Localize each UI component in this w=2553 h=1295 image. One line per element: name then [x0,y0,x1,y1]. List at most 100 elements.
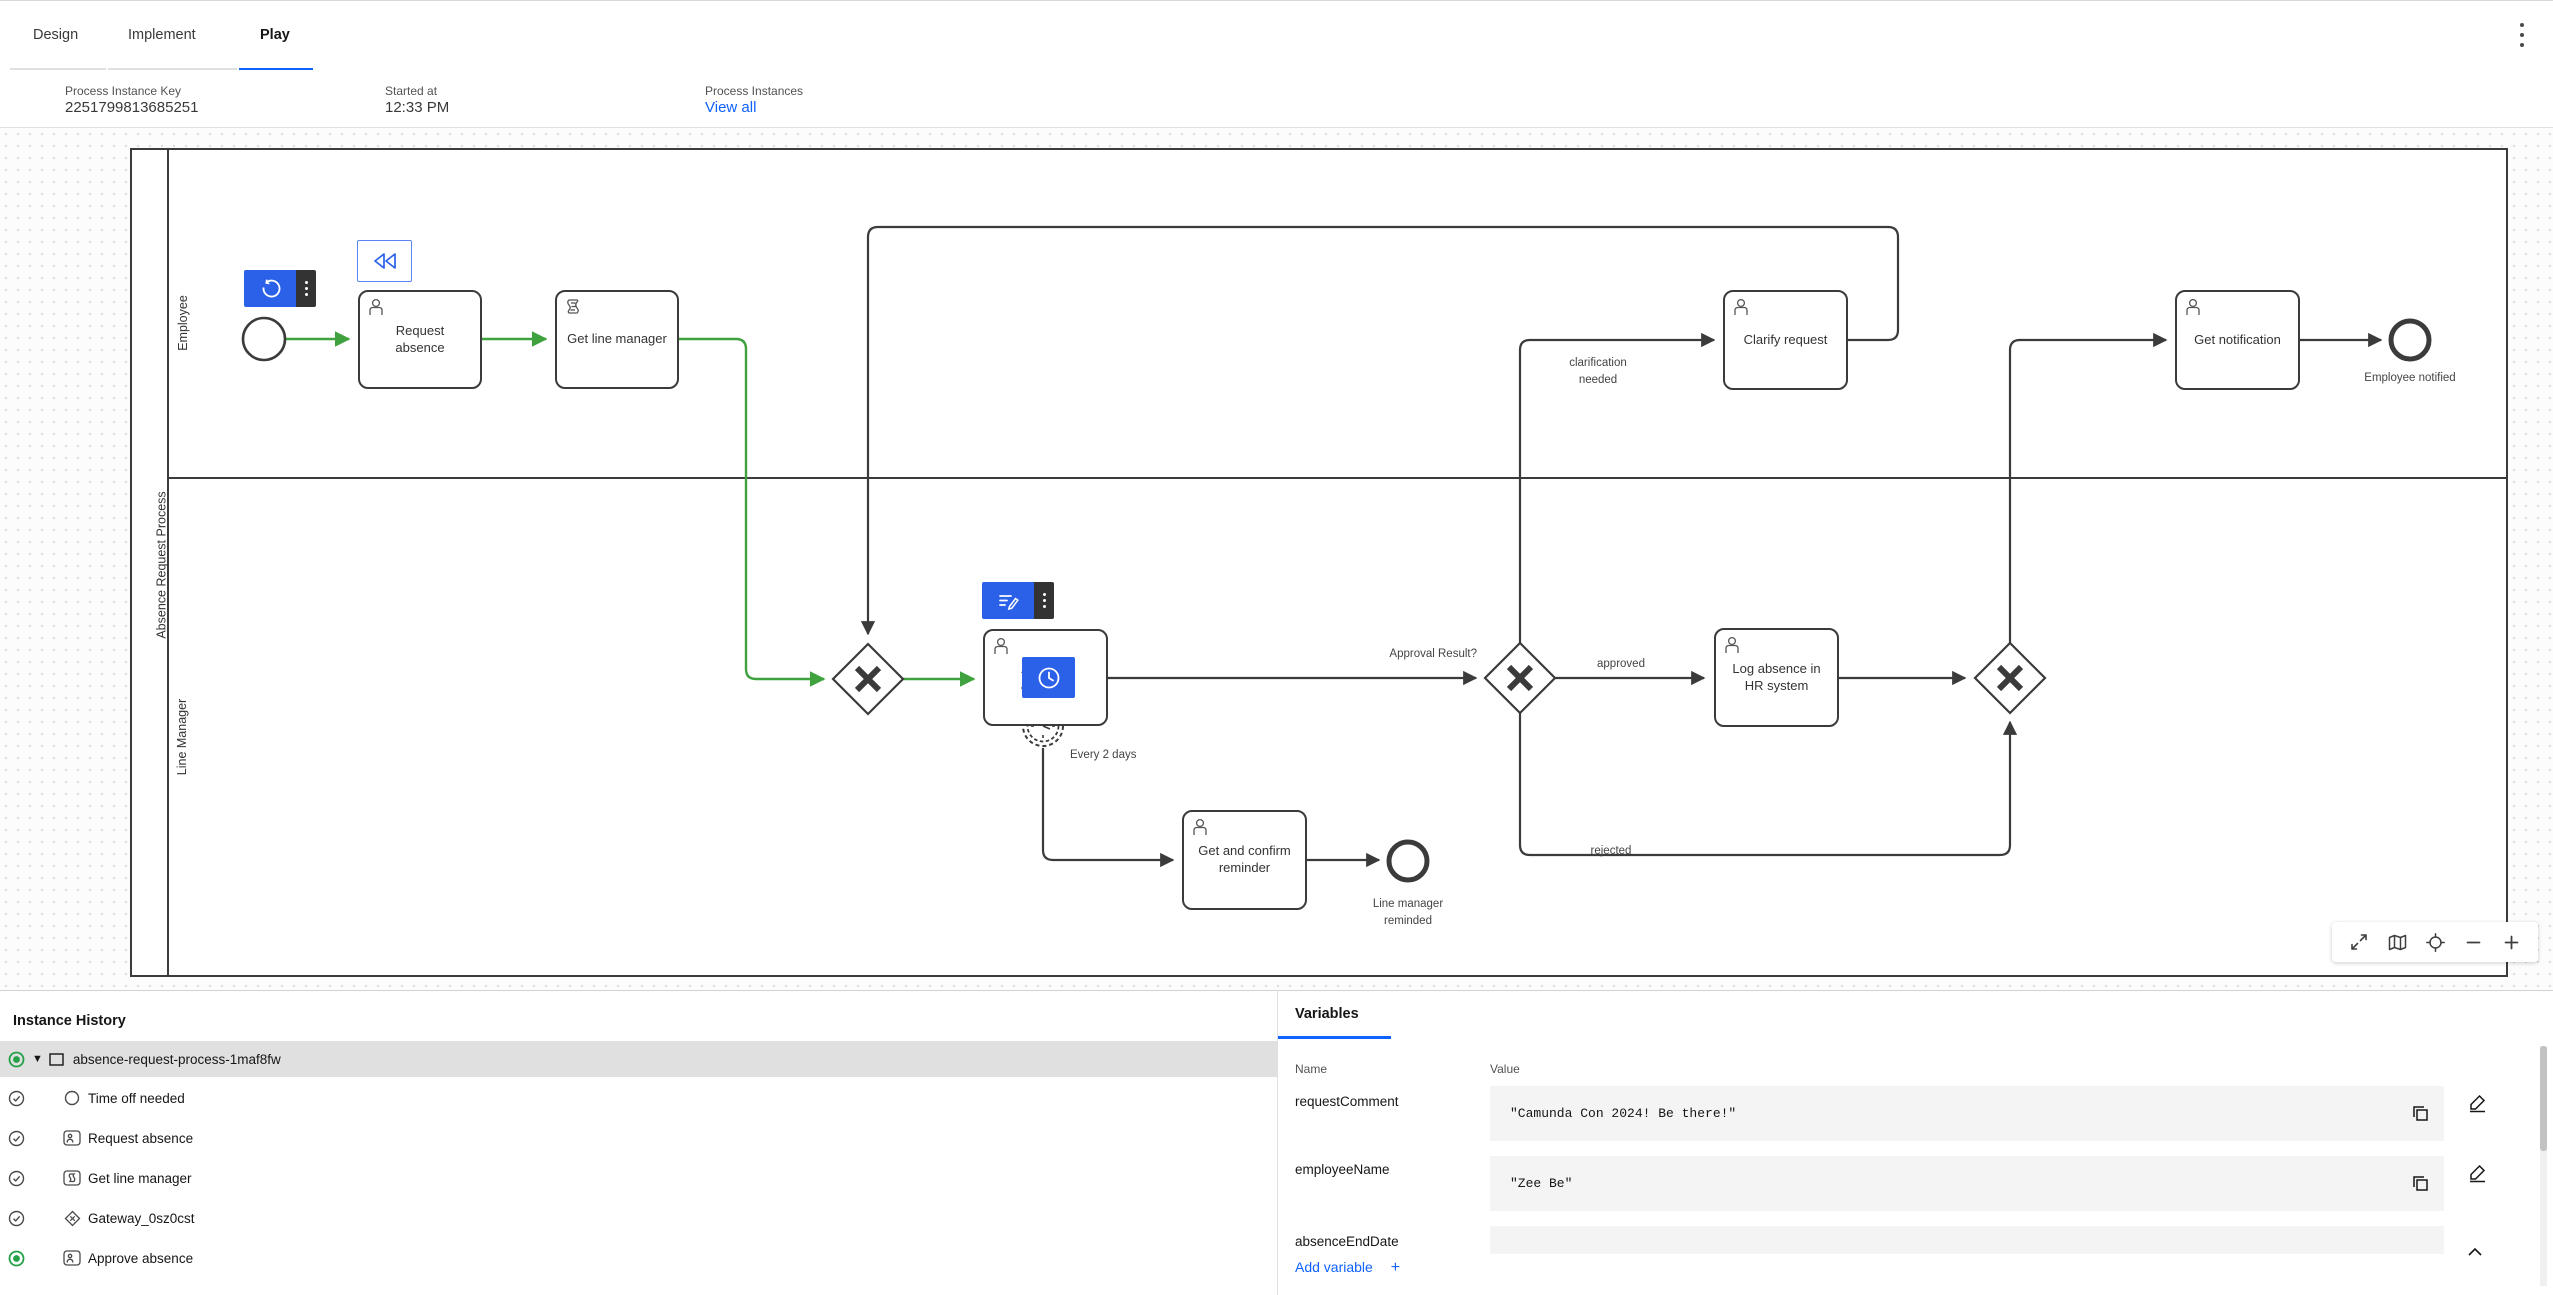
variable-value-box[interactable]: "Zee Be" [1490,1156,2444,1211]
end-event-employee-notified[interactable] [2388,318,2432,362]
pending-flows [860,225,2383,868]
process-instances-label: Process Instances [705,84,804,98]
task-label: Clarify request [1743,331,1828,347]
task-request-absence[interactable]: Request absence [358,290,482,389]
add-variable-label: Add variable [1295,1259,1373,1275]
overlay-menu-icon[interactable] [1034,582,1054,619]
canvas-controls-toolbar [2332,922,2538,962]
task-clarify-request[interactable]: Clarify request [1723,290,1848,390]
zoom-in-icon[interactable] [2496,927,2526,957]
gateway-approval-result[interactable] [1483,641,1557,715]
label-line-manager-reminded: Line manager reminded [1372,898,1444,927]
label-every-2-days: Every 2 days [1070,749,1137,761]
expand-caret-icon[interactable]: ▼ [32,1053,43,1065]
active-status-icon [8,1250,26,1267]
clock-icon [1038,667,1059,688]
minimap-icon[interactable] [2382,927,2412,957]
history-item-label: Request absence [88,1130,194,1146]
completed-check-icon [8,1170,26,1187]
copy-icon[interactable] [2411,1174,2430,1193]
flow-timer-to-reminder [1041,747,1175,868]
overlay-menu-icon[interactable] [296,270,316,307]
history-row-root[interactable]: ▼ absence-request-process-1maf8fw [0,1041,1277,1077]
user-task-icon [1193,818,1207,835]
history-item-label: Gateway_0sz0cst [88,1210,195,1226]
tab-implement[interactable]: Implement [128,27,196,43]
started-at-label: Started at [385,84,438,98]
process-instance-key-label: Process Instance Key [65,84,182,98]
task-log-absence-hr[interactable]: Log absence in HR system [1714,628,1839,727]
restart-icon[interactable] [244,270,296,307]
zoom-out-icon[interactable] [2458,927,2488,957]
history-row[interactable]: Approve absence [0,1240,1277,1276]
user-task-icon [62,1130,82,1146]
history-row[interactable]: Request absence [0,1120,1277,1156]
script-task-icon [567,299,579,314]
add-variable-button[interactable]: Add variable + [1295,1259,1400,1277]
trigger-timer-button[interactable] [1022,657,1075,698]
user-task-icon [1734,298,1748,315]
variable-name: employeeName [1295,1162,1390,1177]
started-at-value: 12:33 PM [385,99,450,116]
task-label: Log absence in HR system [1732,660,1821,693]
variables-tab-underline [1278,1036,1391,1039]
variable-value: "Zee Be" [1510,1176,1573,1191]
edit-variable-icon[interactable] [2467,1091,2489,1113]
overflow-menu-icon[interactable] [2513,21,2531,49]
tab-variables[interactable]: Variables [1295,1006,1359,1022]
flow-rejected [1518,713,2018,857]
label-approved: approved [1597,658,1645,670]
flow-clarify-loopback [860,225,1900,636]
variable-value-box[interactable]: "Camunda Con 2024! Be there!" [1490,1086,2444,1141]
variable-name: absenceEndDate [1295,1234,1399,1249]
rewind-icon [373,253,396,269]
label-rejected: rejected [1590,845,1632,857]
scrollbar-thumb[interactable] [2540,1046,2547,1151]
complete-form-icon[interactable] [982,582,1034,619]
task-label: Get line manager [567,331,667,347]
rewind-token-button[interactable] [357,240,412,282]
variables-scrollbar[interactable] [2540,1046,2547,1286]
gateway-merge[interactable] [1973,641,2047,715]
reset-viewport-icon[interactable] [2420,927,2450,957]
bottom-panels: Instance History ▼ absence-request-proce… [0,990,2553,1295]
tab-design[interactable]: Design [33,27,78,43]
user-task-icon [994,637,1008,654]
variable-value-box[interactable] [1490,1226,2444,1254]
task-label: Get and confirm reminder [1198,843,1291,875]
completed-check-icon [8,1130,26,1147]
expand-value-caret-icon[interactable] [2468,1243,2482,1261]
label-approval-result: Approval Result? [1389,648,1477,660]
complete-task-overlay[interactable] [982,582,1054,619]
history-row[interactable]: Gateway_0sz0cst [0,1200,1277,1236]
task-get-notification[interactable]: Get notification [2175,290,2300,390]
gateway-icon [62,1210,82,1227]
history-row[interactable]: Time off needed [0,1080,1277,1116]
bpmn-canvas[interactable]: Absence Request Process Employee Line Ma… [0,128,2553,990]
task-get-line-manager[interactable]: Get line manager [555,290,679,389]
task-get-confirm-reminder[interactable]: Get and confirm reminder [1182,810,1307,910]
view-all-link[interactable]: View all [705,99,756,116]
start-event-icon [62,1090,82,1106]
history-item-label: Time off needed [88,1090,185,1106]
start-event-time-off-needed[interactable] [241,316,287,362]
gateway-join[interactable] [831,642,905,716]
restart-instance-overlay[interactable] [244,270,316,307]
instance-info-bar: Process Instance Key 2251799813685251 St… [0,70,2553,182]
fit-fullscreen-icon[interactable] [2344,927,2374,957]
label-clarification-needed: clarification needed [1569,357,1627,386]
history-item-label: Get line manager [88,1170,192,1186]
process-instance-key-value: 2251799813685251 [65,99,199,116]
history-row[interactable]: Get line manager [0,1160,1277,1196]
flow-gateway-to-notification [2008,332,2168,643]
history-item-label: Approve absence [88,1250,194,1266]
edit-variable-icon[interactable] [2467,1161,2489,1183]
end-event-line-manager-reminded[interactable] [1386,839,1430,883]
user-task-icon [62,1250,82,1266]
copy-icon[interactable] [2411,1104,2430,1123]
tab-play[interactable]: Play [260,27,290,43]
history-root-label: absence-request-process-1maf8fw [72,1051,281,1067]
top-tab-bar: Design Implement Play [0,0,2553,71]
variable-name: requestComment [1295,1094,1399,1109]
variables-value-column: Value [1490,1062,1520,1076]
